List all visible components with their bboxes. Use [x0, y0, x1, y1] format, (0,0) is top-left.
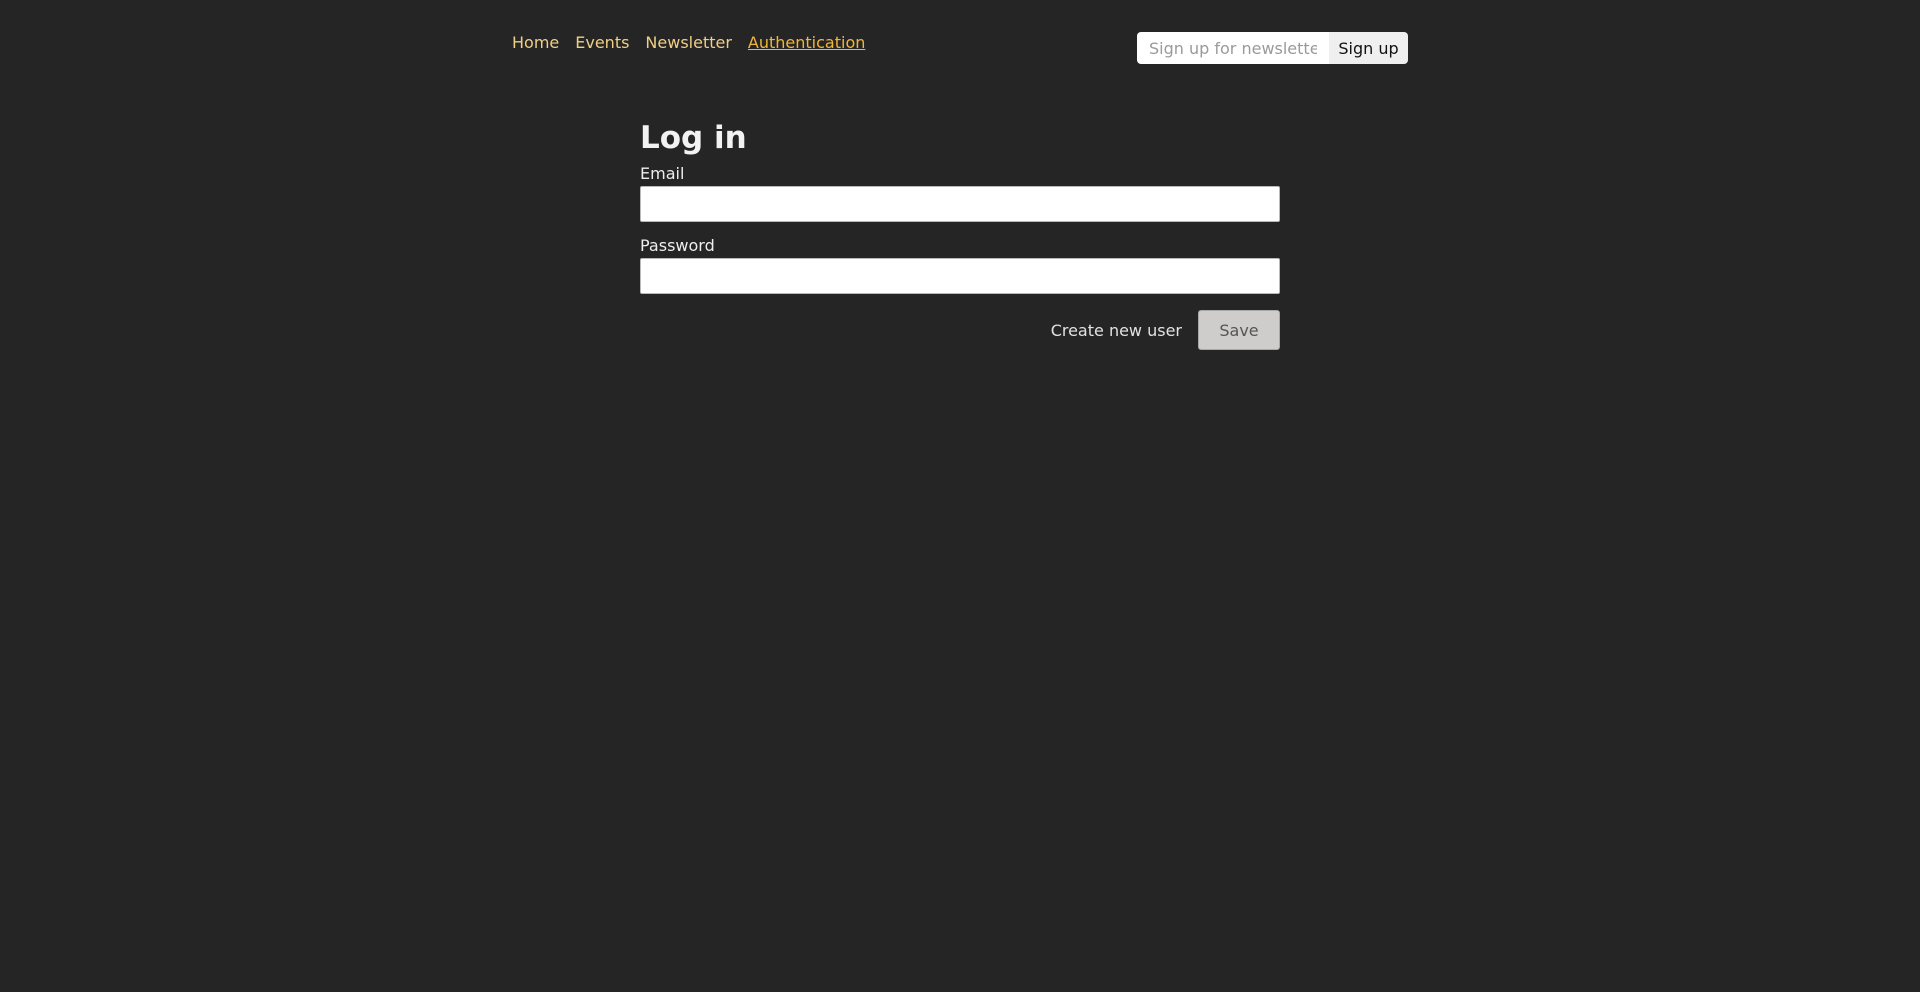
page-title: Log in: [640, 120, 747, 156]
main-nav: Home Events Newsletter Authentication: [512, 33, 865, 53]
save-button[interactable]: Save: [1198, 310, 1280, 350]
nav-link-events[interactable]: Events: [575, 33, 629, 53]
email-label: Email: [640, 164, 685, 183]
email-field[interactable]: [640, 186, 1280, 222]
newsletter-signup-button[interactable]: Sign up: [1329, 32, 1408, 64]
nav-link-home[interactable]: Home: [512, 33, 559, 53]
form-actions: Create new user Save: [640, 310, 1280, 350]
create-new-user-link[interactable]: Create new user: [1051, 321, 1182, 340]
newsletter-signup: Sign up: [1137, 32, 1408, 64]
nav-link-newsletter[interactable]: Newsletter: [645, 33, 732, 53]
nav-link-authentication[interactable]: Authentication: [748, 33, 865, 53]
login-form: Log in Email Password Create new user Sa…: [640, 118, 1280, 350]
newsletter-email-input[interactable]: [1137, 32, 1329, 64]
password-field[interactable]: [640, 258, 1280, 294]
top-bar: Home Events Newsletter Authentication Si…: [0, 0, 1920, 80]
password-label: Password: [640, 236, 715, 255]
